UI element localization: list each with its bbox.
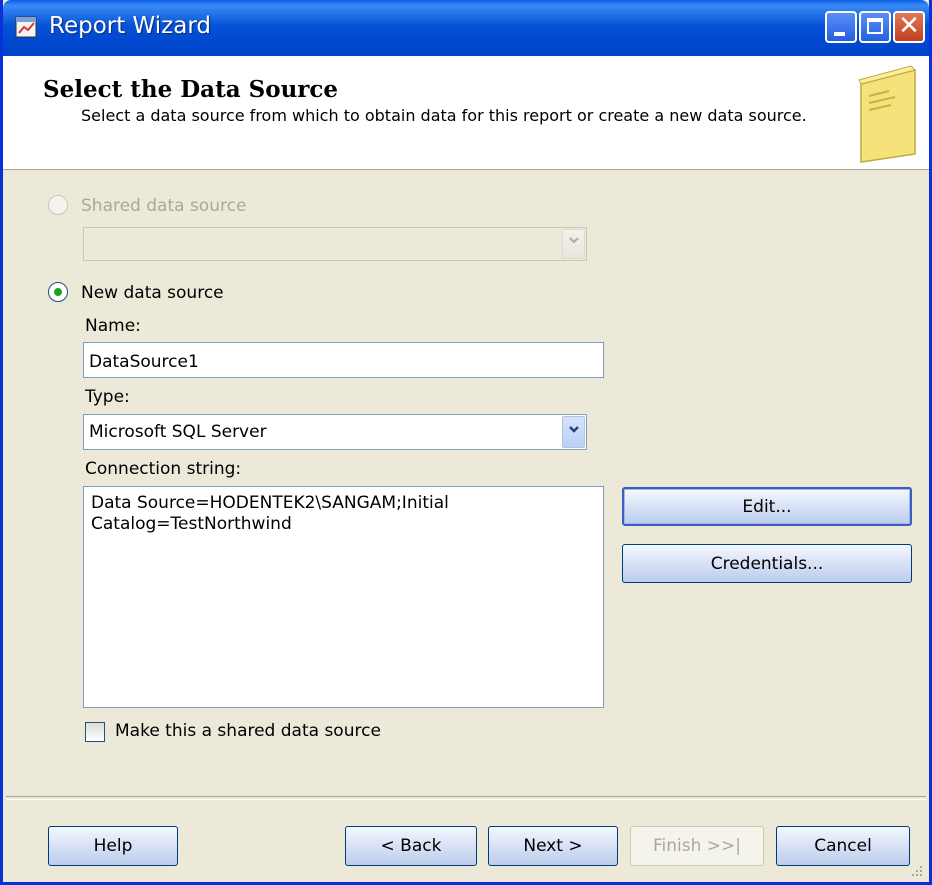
- footer-separator: [6, 796, 926, 800]
- make-shared-checkbox[interactable]: [85, 722, 105, 742]
- type-dropdown-button[interactable]: [562, 416, 585, 448]
- name-field-value: DataSource1: [89, 352, 199, 372]
- chevron-down-icon: [569, 237, 579, 244]
- name-label: Name:: [85, 316, 141, 336]
- name-field[interactable]: DataSource1: [83, 342, 604, 378]
- minimize-button[interactable]: [825, 11, 857, 43]
- page-description: Select a data source from which to obtai…: [81, 106, 807, 125]
- maximize-button[interactable]: [859, 11, 891, 43]
- cancel-button-label: Cancel: [814, 836, 872, 856]
- next-button[interactable]: Next >: [488, 826, 618, 866]
- credentials-button-label: Credentials...: [710, 553, 824, 574]
- credentials-button[interactable]: Credentials...: [622, 544, 912, 583]
- finish-button[interactable]: Finish >>|: [630, 826, 764, 866]
- back-button[interactable]: < Back: [345, 826, 477, 866]
- shared-data-source-radio[interactable]: [48, 195, 68, 215]
- radio-selected-dot: [54, 288, 62, 296]
- type-label: Type:: [85, 387, 130, 407]
- edit-button-label: Edit...: [742, 496, 792, 517]
- shared-data-source-select[interactable]: [83, 227, 587, 261]
- close-icon: ✕: [898, 11, 920, 41]
- connection-string-label: Connection string:: [85, 459, 242, 479]
- help-button-label: Help: [93, 836, 133, 856]
- window-title: Report Wizard: [49, 13, 211, 39]
- shared-data-source-dropdown-button[interactable]: [562, 229, 585, 259]
- resize-grip-icon[interactable]: [910, 864, 924, 878]
- new-data-source-label: New data source: [81, 283, 224, 303]
- title-bar[interactable]: Report Wizard ✕: [3, 0, 929, 56]
- cancel-button[interactable]: Cancel: [776, 826, 910, 866]
- make-shared-label: Make this a shared data source: [115, 721, 381, 741]
- finish-button-label: Finish >>|: [652, 836, 741, 856]
- type-select[interactable]: Microsoft SQL Server: [83, 414, 587, 450]
- connection-string-value: Data Source=HODENTEK2\SANGAM;Initial Cat…: [91, 493, 449, 534]
- back-button-label: < Back: [380, 836, 442, 856]
- next-button-label: Next >: [523, 836, 583, 856]
- close-button[interactable]: ✕: [893, 11, 925, 43]
- wizard-page-icon: [858, 65, 916, 163]
- type-select-value: Microsoft SQL Server: [89, 422, 267, 442]
- page-title: Select the Data Source: [43, 76, 339, 103]
- connection-string-textarea[interactable]: Data Source=HODENTEK2\SANGAM;Initial Cat…: [83, 486, 604, 708]
- chevron-down-icon: [569, 426, 579, 433]
- help-button[interactable]: Help: [48, 826, 178, 866]
- new-data-source-radio[interactable]: [48, 282, 68, 302]
- maximize-icon: [867, 18, 883, 34]
- report-wizard-window: Report Wizard ✕ Select the Data Source S…: [0, 0, 932, 885]
- report-wizard-app-icon: [15, 16, 37, 38]
- edit-button[interactable]: Edit...: [622, 487, 912, 526]
- minimize-icon: [834, 32, 845, 36]
- shared-data-source-label: Shared data source: [81, 196, 247, 216]
